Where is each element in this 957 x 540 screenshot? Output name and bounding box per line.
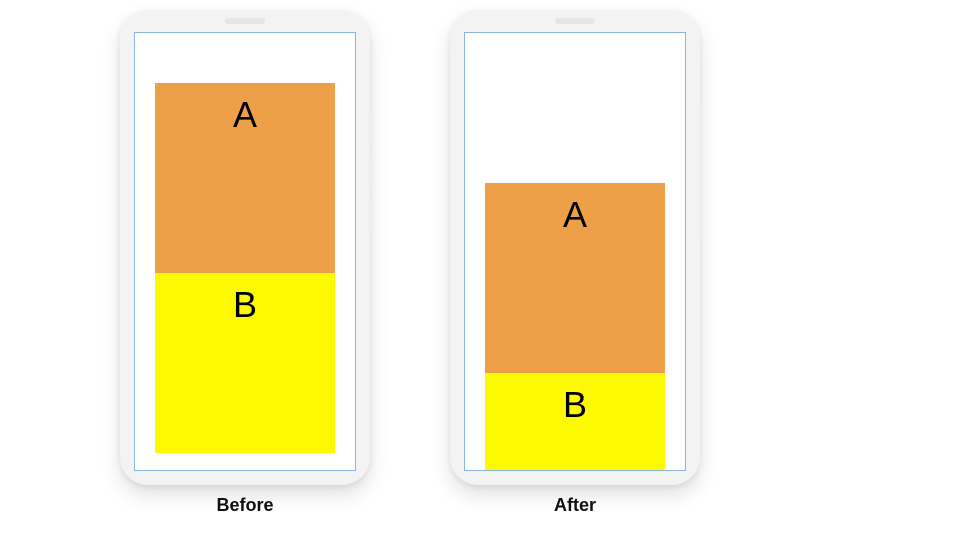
after-column: A B After xyxy=(450,10,700,516)
caption-after: After xyxy=(554,495,596,516)
content-before: A B xyxy=(155,83,335,453)
before-column: A B Before xyxy=(120,10,370,516)
content-after: A B xyxy=(485,183,665,471)
block-b-before: B xyxy=(155,273,335,453)
phone-mockup-after: A B xyxy=(450,10,700,485)
phone-mockup-before: A B xyxy=(120,10,370,485)
caption-before: Before xyxy=(216,495,273,516)
viewport-before: A B xyxy=(134,32,356,471)
block-b-after: B xyxy=(485,373,665,471)
block-a-after: A xyxy=(485,183,665,373)
diagram-stage: A B Before A B After xyxy=(120,10,740,530)
viewport-after: A B xyxy=(464,32,686,471)
block-a-before: A xyxy=(155,83,335,273)
